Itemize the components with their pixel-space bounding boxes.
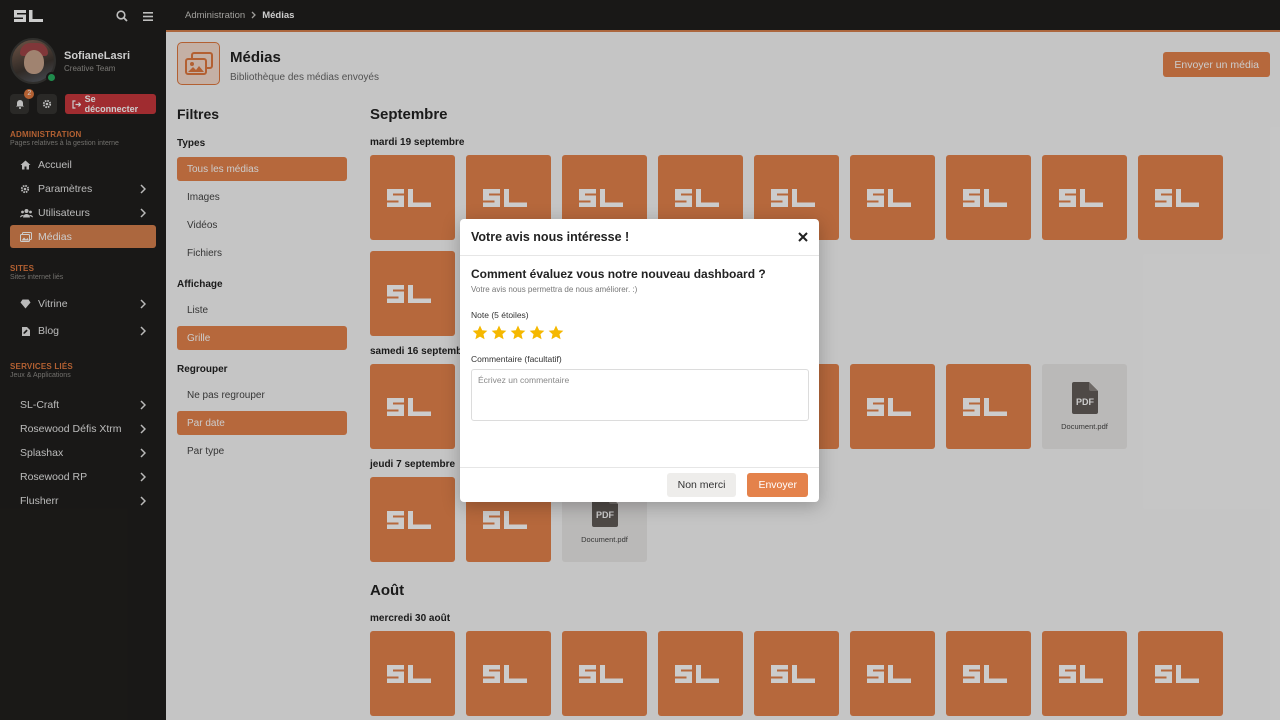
submit-feedback-button[interactable]: Envoyer — [747, 473, 808, 497]
star-icon[interactable] — [509, 324, 527, 342]
modal-header: Votre avis nous intéresse ! — [460, 219, 819, 256]
feedback-modal: Votre avis nous intéresse ! Comment éval… — [460, 219, 819, 502]
comment-textarea[interactable] — [471, 369, 809, 421]
modal-question-subtitle: Votre avis nous permettra de nous amélio… — [471, 285, 638, 294]
star-rating — [471, 324, 808, 342]
close-icon[interactable] — [798, 232, 808, 242]
star-icon[interactable] — [547, 324, 565, 342]
modal-body: Comment évaluez vous notre nouveau dashb… — [460, 256, 819, 426]
star-icon[interactable] — [471, 324, 489, 342]
rating-label: Note (5 étoiles) — [471, 310, 529, 320]
modal-question: Comment évaluez vous notre nouveau dashb… — [471, 267, 766, 281]
no-thanks-button[interactable]: Non merci — [666, 473, 737, 497]
modal-footer: Non merci Envoyer — [460, 467, 819, 502]
modal-title: Votre avis nous intéresse ! — [471, 230, 630, 244]
star-icon[interactable] — [528, 324, 546, 342]
star-icon[interactable] — [490, 324, 508, 342]
comment-label: Commentaire (facultatif) — [471, 354, 562, 364]
